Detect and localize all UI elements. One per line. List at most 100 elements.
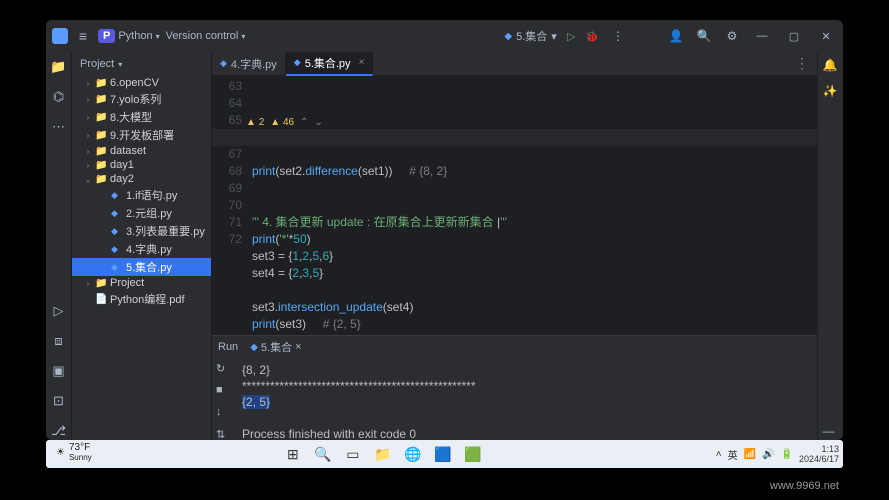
code-line[interactable] — [252, 197, 813, 214]
minimize-button[interactable]: — — [751, 25, 773, 47]
ai-icon[interactable]: ✨ — [823, 84, 839, 100]
tree-folder[interactable]: ⌄📁day2 — [72, 172, 211, 186]
start-button[interactable]: ⊞ — [281, 442, 305, 466]
tree-folder[interactable]: ›📁day1 — [72, 158, 211, 172]
left-toolbar: 📁 ⌬ ⋯ ▷ ⧈ ▣ ⊡ ⎇ — [46, 52, 72, 440]
sun-icon: ☀ — [56, 447, 65, 458]
editor-area: ◆4.字典.py◆5.集合.py× ⋮ 63646566676869707172 … — [212, 52, 817, 440]
maximize-button[interactable]: ▢ — [783, 25, 805, 47]
chevron-down-icon: ▾ — [156, 32, 160, 41]
tray-chevron-icon[interactable]: ˄ — [716, 449, 722, 460]
tree-file[interactable]: ◆5.集合.py — [72, 258, 211, 276]
tree-folder[interactable]: ›📁8.大模型 — [72, 108, 211, 126]
structure-tool-icon[interactable]: ⌬ — [50, 88, 68, 106]
python-file-icon: ◆ — [250, 342, 258, 353]
tree-folder[interactable]: ›📁7.yolo系列 — [72, 90, 211, 108]
collapse-icon[interactable]: ⌄ — [314, 114, 322, 131]
editor-tab[interactable]: ◆5.集合.py× — [286, 52, 374, 76]
person-icon[interactable]: 👤 — [667, 27, 685, 45]
weak-warning-badge: ▲ 46 — [270, 114, 294, 131]
rerun-icon[interactable]: ↻ — [216, 362, 230, 376]
notifications-icon[interactable]: 🔔 — [823, 58, 839, 74]
edge-icon[interactable]: 🌐 — [401, 442, 425, 466]
tree-file[interactable]: 📄Python编程.pdf — [72, 290, 211, 308]
explorer-icon[interactable]: 📁 — [371, 442, 395, 466]
code-lines[interactable]: ▲ 2 ▲ 46 ⌃ ⌄ print(set2.difference(set1)… — [248, 76, 817, 335]
more-actions-icon[interactable]: ⋮ — [609, 27, 627, 45]
project-header[interactable]: Project ▾ — [72, 52, 211, 76]
chevron-down-icon: ▾ — [241, 32, 245, 41]
clock[interactable]: 1:13 2024/6/17 — [799, 444, 839, 464]
tree-file[interactable]: ◆3.列表最重要.py — [72, 222, 211, 240]
volume-icon[interactable]: 🔊 — [762, 449, 774, 460]
code-line[interactable] — [252, 180, 813, 197]
close-icon[interactable]: × — [295, 341, 301, 353]
task-view-button[interactable]: ▭ — [341, 442, 365, 466]
tree-file[interactable]: ◆2.元组.py — [72, 204, 211, 222]
inspection-badges[interactable]: ▲ 2 ▲ 46 ⌃ ⌄ — [246, 114, 807, 131]
python-console-icon[interactable]: ⧈ — [50, 332, 68, 350]
code-line[interactable]: ''' 4. 集合更新 update : 在原集合上更新新集合 |''' — [252, 214, 813, 231]
python-file-icon: ◆ — [504, 31, 512, 42]
wifi-icon[interactable]: 📶 — [744, 449, 756, 460]
pycharm-icon[interactable]: 🟩 — [461, 442, 485, 466]
hamburger-icon[interactable]: ≡ — [74, 27, 92, 45]
code-line[interactable]: print('*'*50) — [252, 231, 813, 248]
run-tab[interactable]: ◆ 5.集合 × — [244, 337, 307, 357]
console-output[interactable]: {8, 2}**********************************… — [234, 358, 817, 440]
close-button[interactable]: ✕ — [815, 25, 837, 47]
more-tool-icon[interactable]: ⋯ — [50, 118, 68, 136]
python-badge: P — [98, 29, 115, 43]
editor-tab[interactable]: ◆4.字典.py — [212, 52, 286, 76]
titlebar: ≡ P Python ▾ Version control ▾ ◆ 5.集合 ▾ … — [46, 20, 843, 52]
project-tool-icon[interactable]: 📁 — [50, 58, 68, 76]
code-line[interactable]: set3 = {1,2,5,6} — [252, 248, 813, 265]
run-panel-header: Run ◆ 5.集合 × — [212, 336, 817, 358]
run-config-selector[interactable]: ◆ 5.集合 ▾ — [504, 28, 556, 44]
run-button[interactable]: ▷ — [567, 30, 575, 43]
tree-folder[interactable]: ›📁6.openCV — [72, 76, 211, 90]
filter-icon[interactable]: ⇅ — [216, 428, 230, 440]
ide-window: ≡ P Python ▾ Version control ▾ ◆ 5.集合 ▾ … — [46, 20, 843, 440]
chevron-down-icon: ▾ — [551, 30, 557, 43]
code-line[interactable]: print(set2.difference(set1)) # {8, 2} — [252, 163, 813, 180]
code-line[interactable] — [252, 282, 813, 299]
git-icon[interactable]: ⎇ — [50, 422, 68, 440]
code-line[interactable]: set3.intersection_update(set4) — [252, 299, 813, 316]
tabs-more-icon[interactable]: ⋮ — [787, 55, 817, 72]
run-panel: Run ◆ 5.集合 × ↻ ■ ↓ ⇅ ⇱ 🗑 — [212, 335, 817, 440]
gear-icon[interactable]: ⚙ — [723, 27, 741, 45]
code-line[interactable]: print(set3) # {2, 5} — [252, 316, 813, 333]
system-tray[interactable]: ˄ 英 📶 🔊 🔋 1:13 2024/6/17 — [716, 444, 839, 464]
tree-folder[interactable]: ›📁9.开发板部署 — [72, 126, 211, 144]
python-dropdown[interactable]: P Python ▾ — [98, 29, 160, 43]
run-tool-icon[interactable]: ▷ — [50, 302, 68, 320]
right-toolbar: 🔔 ✨ — — [817, 52, 843, 440]
stop-icon[interactable]: ■ — [216, 384, 230, 398]
app-icon[interactable]: 🟦 — [431, 442, 455, 466]
expand-icon[interactable]: ⌃ — [300, 114, 308, 131]
tree-file[interactable]: ◆4.字典.py — [72, 240, 211, 258]
app-logo-icon[interactable] — [52, 28, 68, 44]
run-toolbar: ↻ ■ ↓ ⇅ ⇱ 🗑 — [212, 358, 234, 440]
search-icon[interactable]: 🔍 — [695, 27, 713, 45]
collapse-icon[interactable]: — — [823, 424, 839, 440]
tree-folder[interactable]: ›📁Project — [72, 276, 211, 290]
problems-icon[interactable]: ⊡ — [50, 392, 68, 410]
project-panel: Project ▾ ›📁6.openCV›📁7.yolo系列›📁8.大模型›📁9… — [72, 52, 212, 440]
code-line[interactable]: set4 = {2,3,5} — [252, 265, 813, 282]
battery-icon[interactable]: 🔋 — [781, 449, 793, 460]
version-control-dropdown[interactable]: Version control ▾ — [166, 30, 246, 42]
warning-badge: ▲ 2 — [246, 114, 264, 131]
terminal-icon[interactable]: ▣ — [50, 362, 68, 380]
code-editor[interactable]: 63646566676869707172 ▲ 2 ▲ 46 ⌃ ⌄ print(… — [212, 76, 817, 335]
windows-taskbar[interactable]: ⊞ 🔍 ▭ 📁 🌐 🟦 🟩 ˄ 英 📶 🔊 🔋 1:13 2024/6/17 — [46, 440, 843, 468]
project-tree[interactable]: ›📁6.openCV›📁7.yolo系列›📁8.大模型›📁9.开发板部署›📁da… — [72, 76, 211, 440]
search-button[interactable]: 🔍 — [311, 442, 335, 466]
tree-file[interactable]: ◆1.if语句.py — [72, 186, 211, 204]
tree-folder[interactable]: ›📁dataset — [72, 144, 211, 158]
weather-widget[interactable]: ☀ 73°F Sunny — [50, 440, 98, 464]
debug-button[interactable]: 🐞 — [585, 30, 599, 43]
ime-indicator[interactable]: 英 — [728, 447, 738, 462]
down-icon[interactable]: ↓ — [216, 406, 230, 420]
